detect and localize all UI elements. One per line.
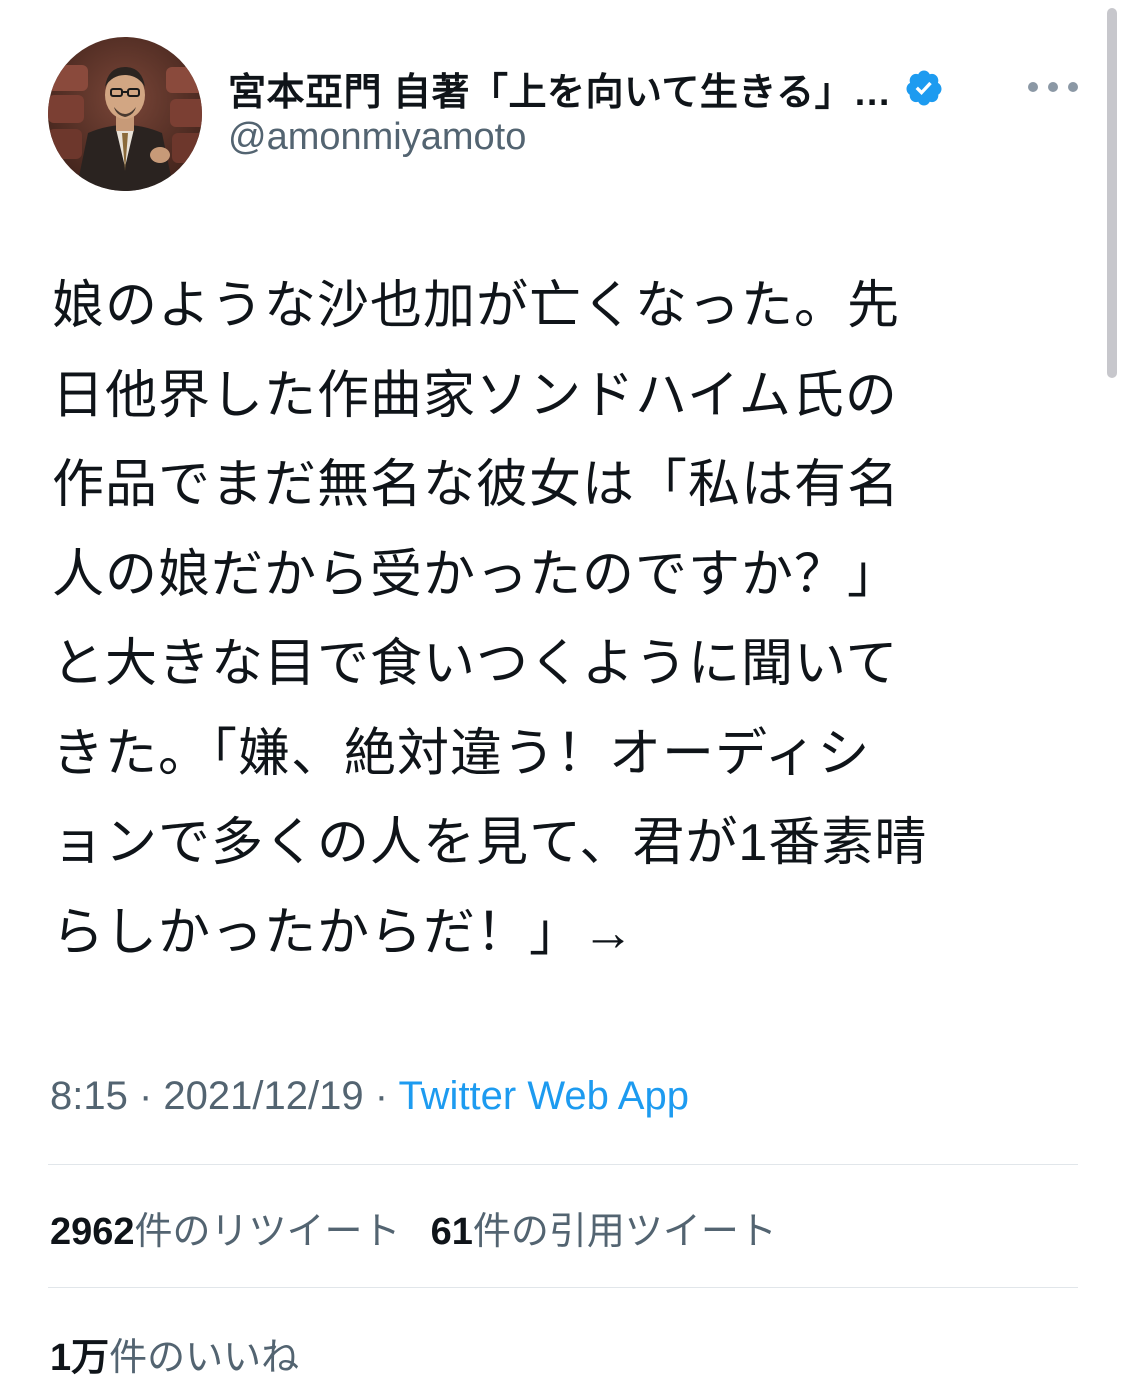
avatar-image: [48, 37, 202, 191]
tweet-text-line: 人の娘だから受かったのですか？」: [52, 545, 901, 604]
tweet-text-line: 日他界した作曲家ソンドハイム氏の: [52, 366, 898, 425]
retweets-count: 2962: [50, 1211, 135, 1253]
tweet-source-link[interactable]: Twitter Web App: [398, 1074, 689, 1118]
quote-tweets-stat[interactable]: 61件の引用ツイート: [431, 1200, 777, 1255]
tweet-text-line: ョンで多くの人を見て、君が1番素晴: [52, 814, 928, 872]
quotes-count: 61: [430, 1211, 473, 1253]
author-name-row[interactable]: 宮本亞門 自著「上を向いて生きる」…: [228, 60, 1018, 116]
tweet-text-line: きた。「嫌、絶対違う！オーディシ: [52, 724, 871, 783]
divider: [48, 1164, 1078, 1165]
retweet-stats-row: 2962件のリツイート 61件の引用ツイート: [50, 1200, 777, 1255]
more-options-icon[interactable]: [1028, 72, 1078, 102]
author-display-name[interactable]: 宮本亞門 自著「上を向いて生きる」…: [228, 61, 892, 116]
more-dot: [1068, 82, 1078, 92]
tweet-date[interactable]: 2021/12/19: [163, 1074, 363, 1118]
quotes-label: 件の引用ツイート: [472, 1211, 777, 1253]
tweet-meta: 8:15 · 2021/12/19 · Twitter Web App: [50, 1074, 689, 1119]
tweet-time[interactable]: 8:15: [50, 1074, 128, 1118]
more-dot: [1048, 82, 1058, 92]
meta-separator: ·: [127, 1074, 164, 1118]
tweet-text-line: と大きな目で食いつくように聞いて: [52, 635, 899, 693]
scrollbar[interactable]: [1107, 8, 1117, 378]
tweet-text-line: 娘のような沙也加が亡くなった。先: [52, 277, 901, 335]
retweets-label: 件のリツイート: [134, 1211, 401, 1253]
likes-stat[interactable]: 1万件のいいね: [50, 1326, 299, 1381]
likes-count: 1万: [50, 1337, 110, 1379]
tweet-text-line: らしかったからだ！」→: [52, 903, 636, 962]
retweets-stat[interactable]: 2962件のリツイート: [50, 1200, 401, 1255]
likes-label: 件のいいね: [109, 1337, 300, 1379]
divider: [48, 1287, 1078, 1288]
more-dot: [1028, 82, 1038, 92]
avatar[interactable]: [48, 37, 202, 191]
verified-badge-icon: [904, 68, 944, 108]
likes-stats-row: 1万件のいいね: [50, 1326, 299, 1381]
tweet-text-line: 作品でまだ無名な彼女は「私は有名: [52, 456, 901, 514]
meta-separator: ·: [363, 1074, 399, 1118]
author-handle[interactable]: @amonmiyamoto: [228, 116, 526, 159]
tweet-text: 娘のような沙也加が亡くなった。先 日他界した作曲家ソンドハイム氏の 作品でまだ無…: [52, 262, 1072, 978]
